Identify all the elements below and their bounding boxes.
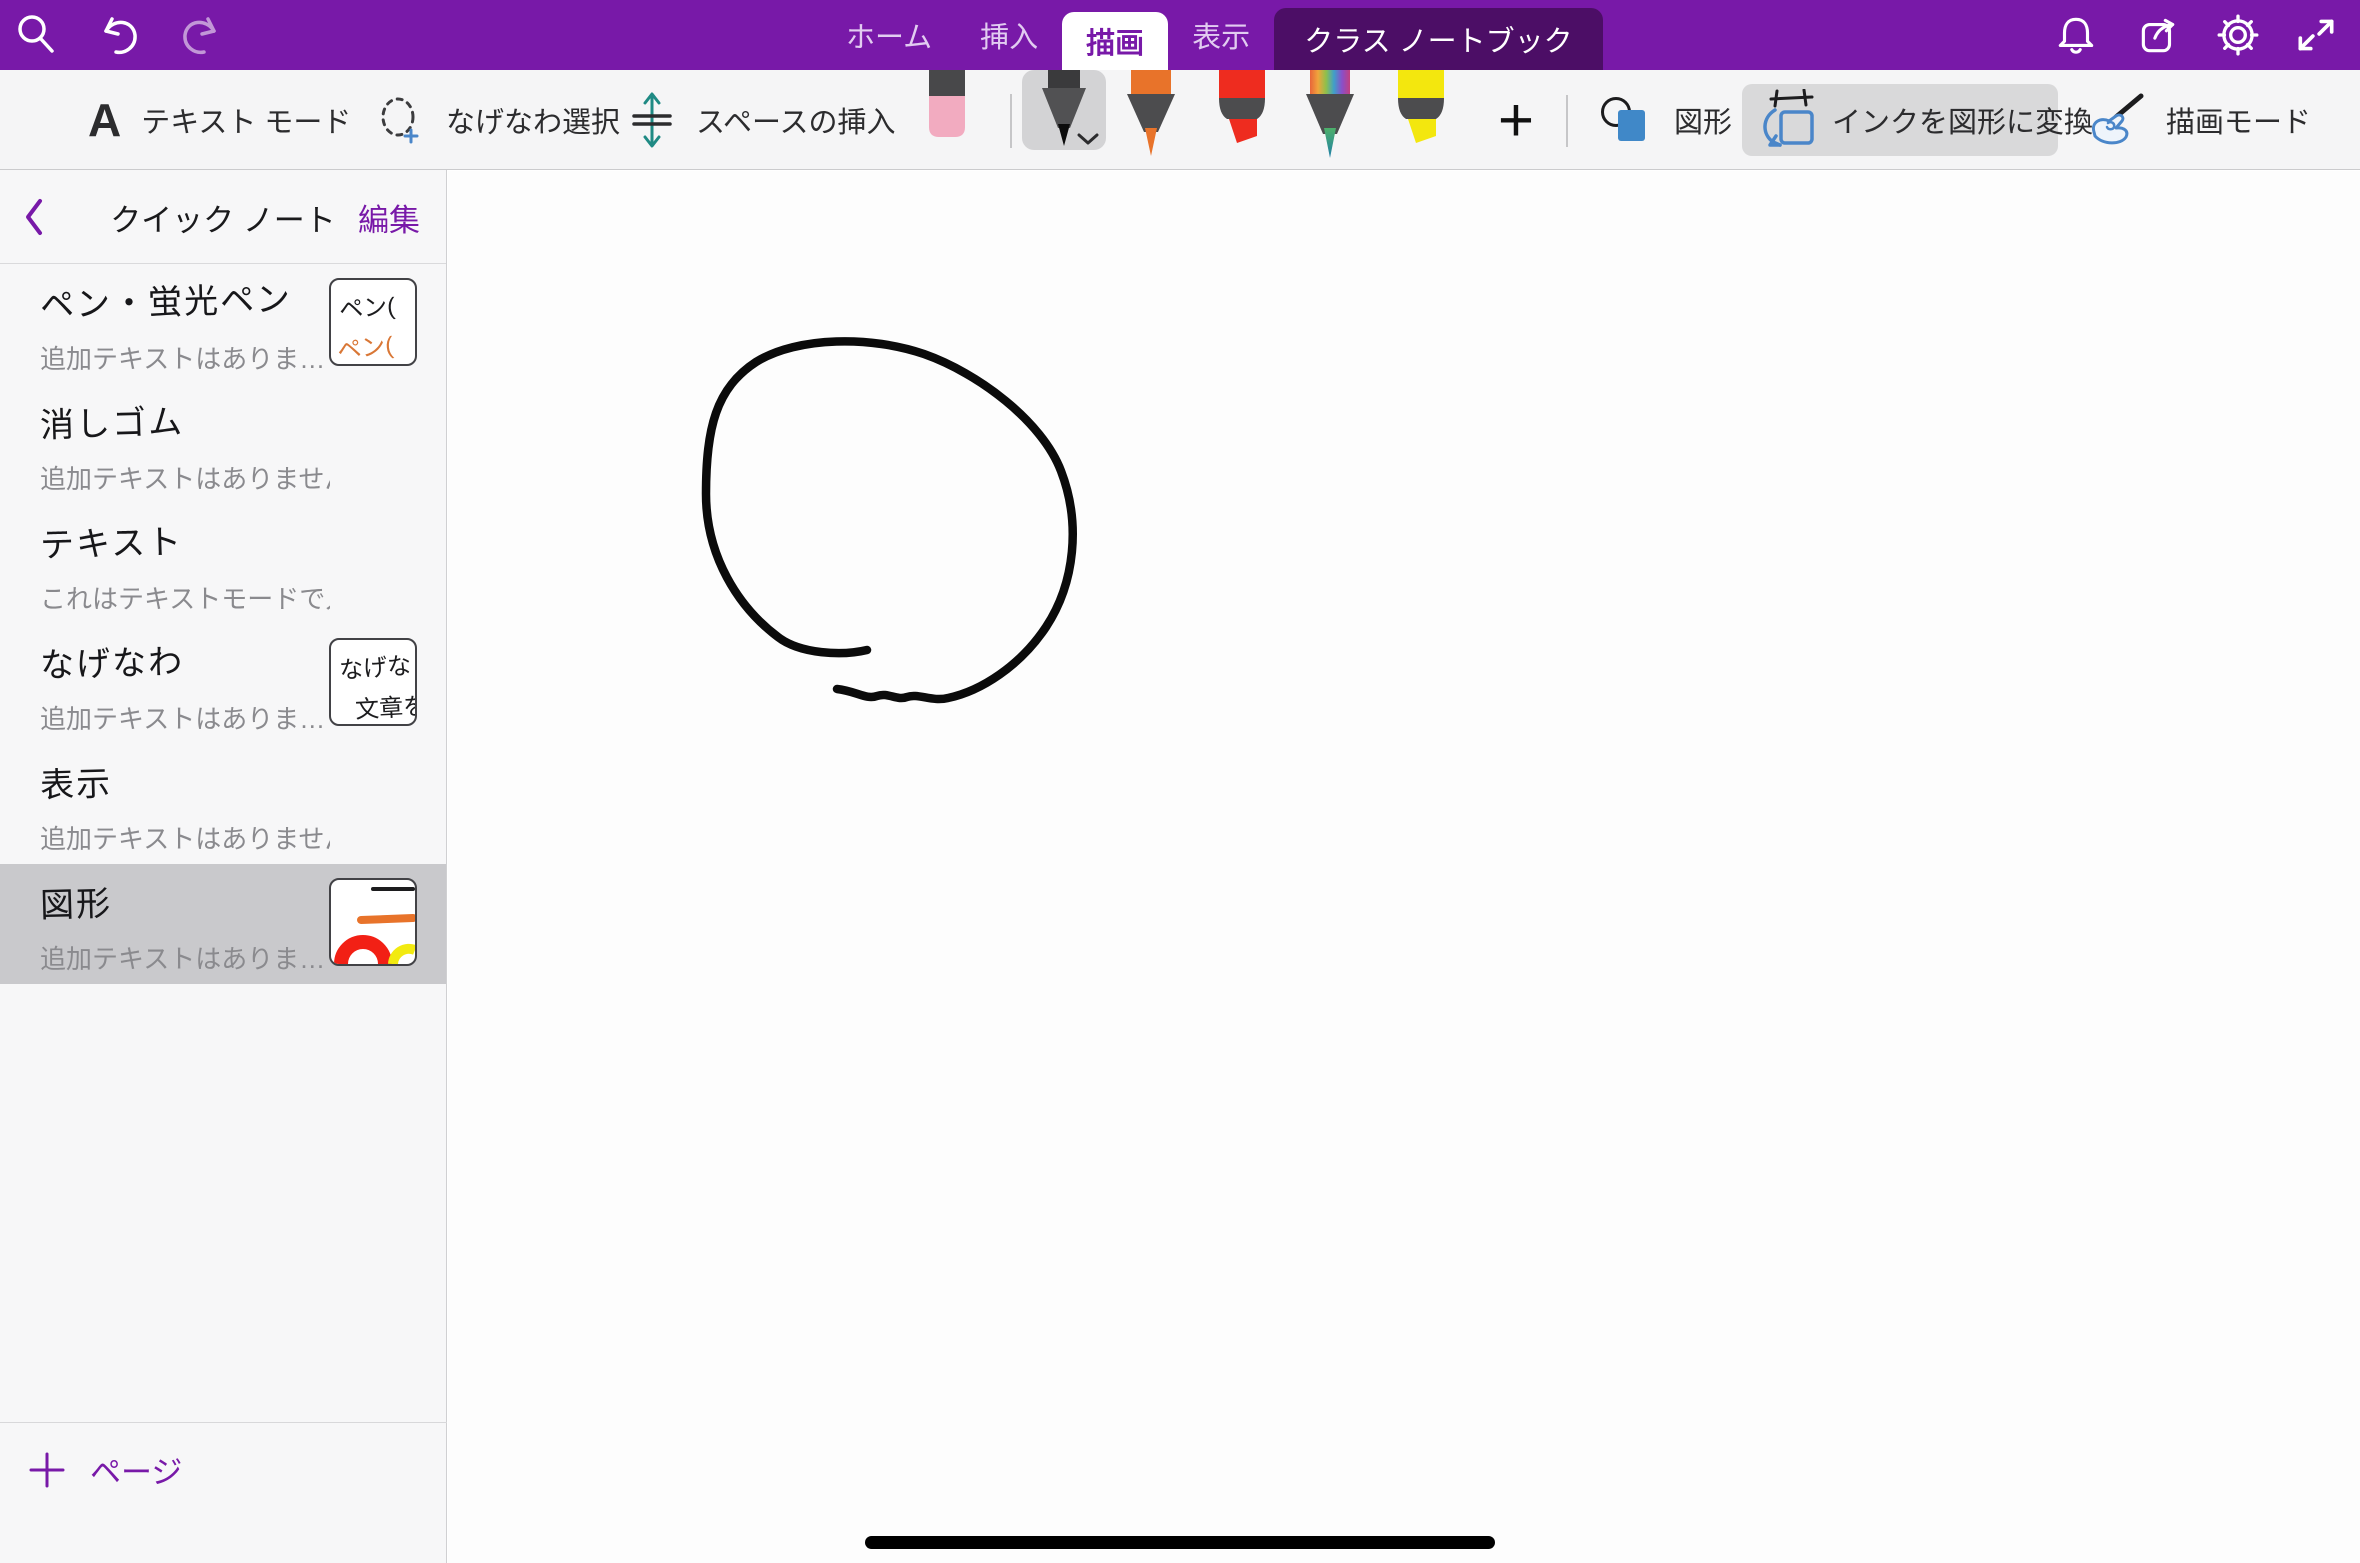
draw-toolbar: A テキスト モード なげなわ選択 スペースの挿入 — [0, 70, 2360, 170]
ribbon-tabs: ホーム 挿入 描画 表示 クラス ノートブック — [822, 0, 1603, 70]
lasso-label: なげなわ選択 — [446, 99, 620, 141]
shapes-button[interactable]: 図形 — [1598, 70, 1732, 170]
lasso-icon — [376, 94, 426, 146]
sidebar-header: クイック ノート 編集 — [0, 170, 446, 264]
page-list-item[interactable]: なげなわ 追加テキストはありま… なげな 文章を — [0, 624, 446, 744]
yellow-highlighter-tool[interactable] — [1391, 70, 1451, 152]
page-title: 消しゴム — [39, 387, 446, 447]
draw-mode-button[interactable]: 描画モード — [2084, 70, 2311, 170]
page-list-item[interactable]: 表示 追加テキストはありません — [0, 744, 446, 864]
tab-view[interactable]: 表示 — [1168, 0, 1274, 70]
thumb-ink-text: なげな — [338, 646, 412, 686]
red-highlighter-tool[interactable] — [1212, 70, 1272, 152]
page-thumbnail: ペン( ペン( — [329, 278, 417, 366]
ink-to-shape-label: インクを図形に変換 — [1832, 99, 2093, 141]
thumb-ink-text: 文章を — [354, 686, 417, 725]
chevron-down-icon — [1077, 133, 1099, 145]
page-subtitle: 追加テキストはありま… — [40, 939, 330, 976]
orange-pen-tool[interactable] — [1122, 70, 1180, 160]
page-list-item-selected[interactable]: 図形 追加テキストはありま… — [0, 864, 446, 984]
page-list-item[interactable]: 消しゴム 追加テキストはありません — [0, 384, 446, 504]
text-mode-button[interactable]: A テキスト モード — [88, 70, 351, 170]
page-list-sidebar: クイック ノート 編集 ペン・蛍光ペン 追加テキストはありま… ペン( ペン( … — [0, 170, 447, 1563]
page-subtitle: 追加テキストはありま… — [40, 339, 330, 376]
fullscreen-icon[interactable] — [2292, 0, 2340, 70]
insert-space-icon — [628, 90, 676, 150]
black-pen-tool-selected[interactable] — [1022, 70, 1106, 150]
page-thumbnail — [329, 878, 417, 966]
thumb-ink-text: ペン( — [338, 286, 396, 325]
eraser-tool[interactable] — [926, 70, 968, 138]
undo-icon[interactable] — [94, 0, 142, 70]
galaxy-pen-tool[interactable] — [1301, 70, 1359, 162]
gear-icon[interactable] — [2214, 0, 2262, 70]
shapes-icon — [1598, 92, 1654, 148]
tab-draw[interactable]: 描画 — [1062, 12, 1168, 70]
page-subtitle: 追加テキストはありま… — [40, 699, 330, 736]
text-mode-icon: A — [88, 97, 121, 143]
tab-home[interactable]: ホーム — [822, 0, 956, 70]
add-page-label: ページ — [90, 1447, 182, 1492]
toolbar-divider — [1010, 94, 1012, 148]
page-list-item[interactable]: ペン・蛍光ペン 追加テキストはありま… ペン( ペン( — [0, 264, 446, 384]
top-app-bar: ホーム 挿入 描画 表示 クラス ノートブック — [0, 0, 2360, 70]
ink-stroke-circle — [448, 171, 2360, 1563]
search-icon[interactable] — [12, 0, 60, 70]
page-subtitle: 追加テキストはありません — [40, 459, 330, 496]
sidebar-footer: ページ — [0, 1422, 447, 1563]
add-page-button[interactable]: ページ — [28, 1447, 182, 1492]
page-title: 表示 — [39, 747, 446, 807]
shapes-label: 図形 — [1674, 99, 1732, 141]
tab-insert[interactable]: 挿入 — [956, 0, 1062, 70]
bell-icon[interactable] — [2052, 0, 2100, 70]
toolbar-divider — [1566, 95, 1568, 147]
edit-button[interactable]: 編集 — [358, 170, 420, 264]
lasso-select-button[interactable]: なげなわ選択 — [376, 70, 620, 170]
page-subtitle: これはテキストモードで入力し… — [40, 579, 330, 616]
thumb-ink-text: ペン( — [335, 325, 394, 366]
redo-icon[interactable] — [178, 0, 226, 70]
page-list-item[interactable]: テキスト これはテキストモードで入力し… — [0, 504, 446, 624]
ink-to-shape-button[interactable]: インクを図形に変換 — [1742, 84, 2058, 156]
page-subtitle: 追加テキストはありません — [40, 819, 330, 856]
add-pen-button[interactable]: + — [1488, 70, 1544, 170]
note-canvas[interactable] — [448, 171, 2360, 1563]
text-mode-label: テキスト モード — [141, 99, 351, 141]
draw-mode-icon — [2084, 92, 2146, 148]
draw-mode-label: 描画モード — [2166, 99, 2311, 141]
share-icon[interactable] — [2134, 0, 2182, 70]
page-thumbnail: なげな 文章を — [329, 638, 417, 726]
plus-icon — [28, 1451, 66, 1489]
home-indicator-bar[interactable] — [865, 1536, 1495, 1549]
insert-space-button[interactable]: スペースの挿入 — [628, 70, 896, 170]
page-title: テキスト — [39, 507, 446, 567]
tab-class-notebook[interactable]: クラス ノートブック — [1274, 8, 1602, 70]
insert-space-label: スペースの挿入 — [696, 99, 896, 141]
ink-to-shape-icon — [1758, 89, 1818, 151]
